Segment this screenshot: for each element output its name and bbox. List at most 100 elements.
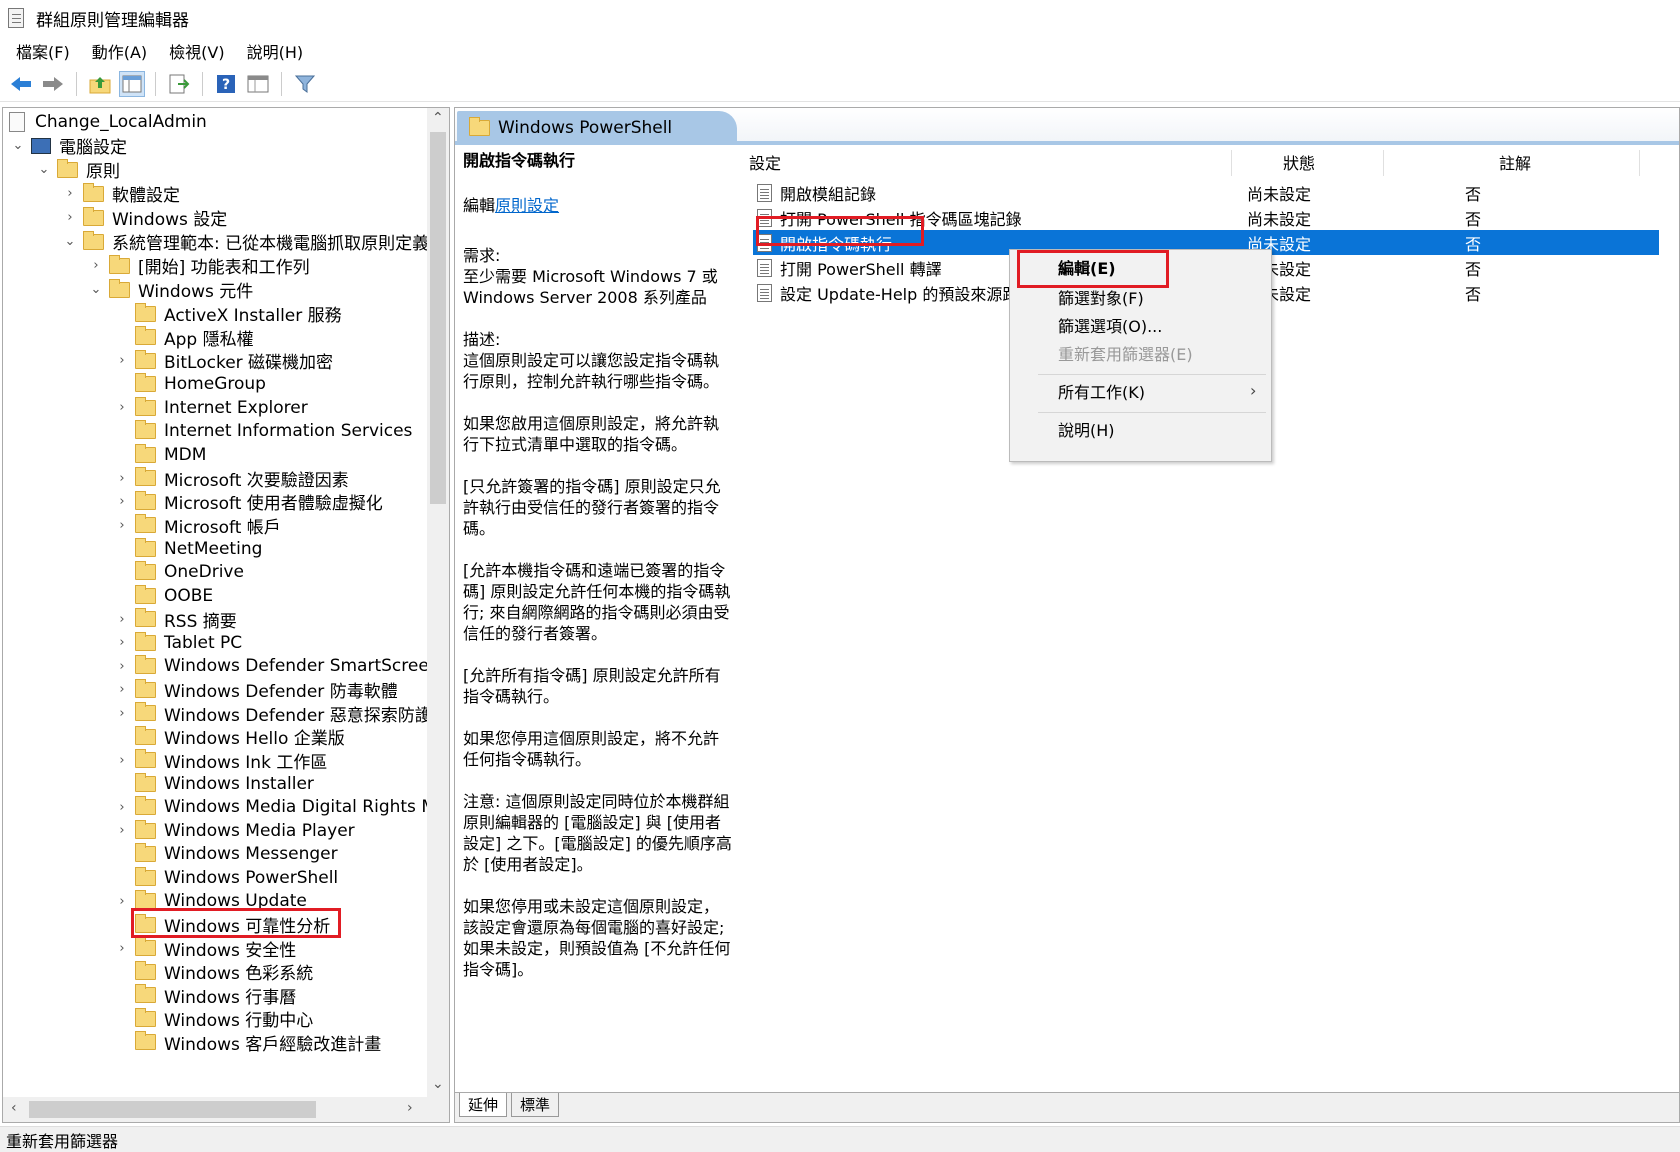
- edit-policy-link[interactable]: 原則設定: [495, 196, 559, 215]
- tree-item-software-settings[interactable]: › 軟體設定: [61, 181, 180, 206]
- back-icon[interactable]: [8, 71, 34, 97]
- chevron-down-icon[interactable]: ⌄: [9, 137, 27, 155]
- tab-extended[interactable]: 延伸: [459, 1093, 508, 1117]
- tree-item-component[interactable]: App 隱私權: [113, 325, 254, 350]
- chevron-right-icon[interactable]: ›: [61, 209, 79, 227]
- tree-item-component[interactable]: NetMeeting: [113, 536, 262, 561]
- chevron-right-icon[interactable]: ›: [87, 257, 105, 275]
- scroll-thumb[interactable]: [29, 1101, 316, 1118]
- tree-item-component[interactable]: › BitLocker 磁碟機加密: [113, 348, 333, 373]
- chevron-right-icon[interactable]: ›: [113, 751, 131, 769]
- chevron-right-icon[interactable]: ›: [113, 822, 131, 840]
- tree-item-admin-templates[interactable]: ⌄ 系統管理範本: 已從本機電腦抓取原則定義: [61, 229, 429, 254]
- properties-icon[interactable]: [245, 71, 271, 97]
- forward-icon[interactable]: [40, 71, 66, 97]
- menu-view[interactable]: 檢視(V): [169, 39, 224, 63]
- tree-item-component[interactable]: › Windows Media Player: [113, 818, 355, 843]
- chevron-right-icon[interactable]: ›: [113, 892, 131, 910]
- chevron-right-icon[interactable]: ›: [113, 704, 131, 722]
- tree-item-component[interactable]: ActiveX Installer 服務: [113, 301, 342, 326]
- chevron-right-icon[interactable]: ›: [113, 939, 131, 957]
- tree-item-component[interactable]: Windows Installer: [113, 771, 314, 796]
- tree-item-component[interactable]: › Windows Media Digital Rights Management: [113, 795, 449, 820]
- list-item[interactable]: 開啟模組記錄 尚未設定 否: [747, 180, 1657, 205]
- tree-item-component[interactable]: › Windows 安全性: [113, 936, 296, 961]
- up-folder-icon[interactable]: [87, 71, 113, 97]
- tree-item-component[interactable]: Windows 行動中心: [113, 1006, 313, 1031]
- tree-item-component[interactable]: Internet Information Services: [113, 419, 412, 444]
- column-state[interactable]: 狀態: [1283, 146, 1315, 178]
- menu-file[interactable]: 檔案(F): [16, 39, 70, 63]
- chevron-right-icon[interactable]: ›: [113, 634, 131, 652]
- tree-item-component[interactable]: Windows Hello 企業版: [113, 724, 345, 749]
- tree-item-component[interactable]: › Microsoft 使用者體驗虛擬化: [113, 489, 383, 514]
- column-divider[interactable]: [1383, 150, 1384, 176]
- column-setting[interactable]: 設定: [749, 146, 781, 178]
- chevron-right-icon[interactable]: ›: [113, 657, 131, 675]
- column-divider[interactable]: [1231, 150, 1232, 176]
- folder-icon: [469, 116, 490, 136]
- tree-item-component[interactable]: › Windows Defender SmartScreen: [113, 654, 440, 679]
- tree-item-component[interactable]: HomeGroup: [113, 372, 266, 397]
- scroll-thumb[interactable]: [430, 132, 446, 504]
- tree-item-computer-config[interactable]: ⌄ 電腦設定: [9, 133, 127, 158]
- column-divider[interactable]: [1639, 150, 1640, 176]
- menu-action[interactable]: 動作(A): [92, 39, 147, 63]
- chevron-down-icon[interactable]: ⌄: [61, 233, 79, 251]
- chevron-down-icon[interactable]: ⌄: [87, 281, 105, 299]
- menu-help[interactable]: 說明(H): [247, 39, 304, 63]
- chevron-right-icon[interactable]: ›: [113, 493, 131, 511]
- tree-item-component[interactable]: › Microsoft 次要驗證因素: [113, 466, 349, 491]
- chevron-right-icon[interactable]: ›: [113, 798, 131, 816]
- scroll-right-icon[interactable]: ›: [407, 1100, 413, 1116]
- tree-item-component[interactable]: › RSS 摘要: [113, 607, 237, 632]
- tree-horizontal-scrollbar[interactable]: ‹ ›: [3, 1097, 449, 1122]
- menu-item-all-tasks[interactable]: 所有工作(K): [1058, 378, 1258, 404]
- chevron-right-icon[interactable]: ›: [113, 469, 131, 487]
- show-hide-tree-icon[interactable]: [119, 70, 145, 97]
- filter-icon[interactable]: [292, 71, 318, 97]
- export-list-icon[interactable]: [166, 71, 192, 97]
- tree-item-component[interactable]: Windows 色彩系統: [113, 959, 313, 984]
- tree-item-gpo-root[interactable]: Change_LocalAdmin: [9, 109, 207, 134]
- tree-item-windows-components[interactable]: ⌄ Windows 元件: [87, 277, 253, 302]
- console-tree[interactable]: Change_LocalAdmin ⌄ 電腦設定 ⌄ 原則 › 軟體設定 › W…: [2, 107, 450, 1123]
- tree-item-component[interactable]: › Windows Ink 工作區: [113, 748, 327, 773]
- tree-vertical-scrollbar[interactable]: ⌃ ⌄: [427, 108, 449, 1098]
- chevron-right-icon[interactable]: ›: [113, 516, 131, 534]
- chevron-down-icon[interactable]: ⌄: [35, 161, 53, 179]
- tree-item-component[interactable]: MDM: [113, 442, 206, 467]
- folder-icon: [135, 819, 156, 839]
- tree-item-component[interactable]: › Internet Explorer: [113, 395, 308, 420]
- column-comment[interactable]: 註解: [1499, 146, 1531, 178]
- tree-item-component[interactable]: OOBE: [113, 583, 213, 608]
- chevron-right-icon[interactable]: ›: [61, 185, 79, 203]
- folder-icon: [83, 230, 104, 250]
- tab-standard[interactable]: 標準: [511, 1093, 560, 1117]
- tree-item-component[interactable]: OneDrive: [113, 560, 244, 585]
- chevron-right-icon[interactable]: ›: [113, 399, 131, 417]
- scroll-down-icon[interactable]: ⌄: [432, 1076, 444, 1092]
- chevron-right-icon[interactable]: ›: [113, 610, 131, 628]
- tree-item-component[interactable]: Windows 客戶經驗改進計畫: [113, 1030, 381, 1055]
- scroll-up-icon[interactable]: ⌃: [432, 110, 444, 126]
- tree-item-component[interactable]: › Windows Defender 惡意探索防護: [113, 701, 432, 726]
- tree-item-component[interactable]: › Tablet PC: [113, 630, 242, 655]
- chevron-right-icon[interactable]: ›: [113, 352, 131, 370]
- tree-item-component[interactable]: Windows Messenger: [113, 842, 338, 867]
- menu-item-filter-options[interactable]: 篩選選項(O)...: [1058, 312, 1258, 338]
- tree-label: 系統管理範本: 已從本機電腦抓取原則定義: [112, 234, 430, 254]
- tree-item-policies[interactable]: ⌄ 原則: [35, 157, 120, 182]
- tree-item-component[interactable]: › Microsoft 帳戶: [113, 513, 281, 538]
- tree-item-component[interactable]: › Windows Defender 防毒軟體: [113, 677, 398, 702]
- folder-icon: [109, 278, 130, 298]
- tree-item-component[interactable]: Windows 行事曆: [113, 983, 296, 1008]
- help-icon[interactable]: ?: [213, 71, 239, 97]
- tree-item-windows-settings[interactable]: › Windows 設定: [61, 205, 227, 230]
- chevron-right-icon[interactable]: ›: [113, 681, 131, 699]
- menu-item-help[interactable]: 說明(H): [1058, 416, 1258, 442]
- scroll-left-icon[interactable]: ‹: [11, 1100, 17, 1116]
- tree-item-start-menu[interactable]: › [開始] 功能表和工作列: [87, 253, 310, 278]
- tree-item-component[interactable]: Windows PowerShell: [113, 865, 338, 890]
